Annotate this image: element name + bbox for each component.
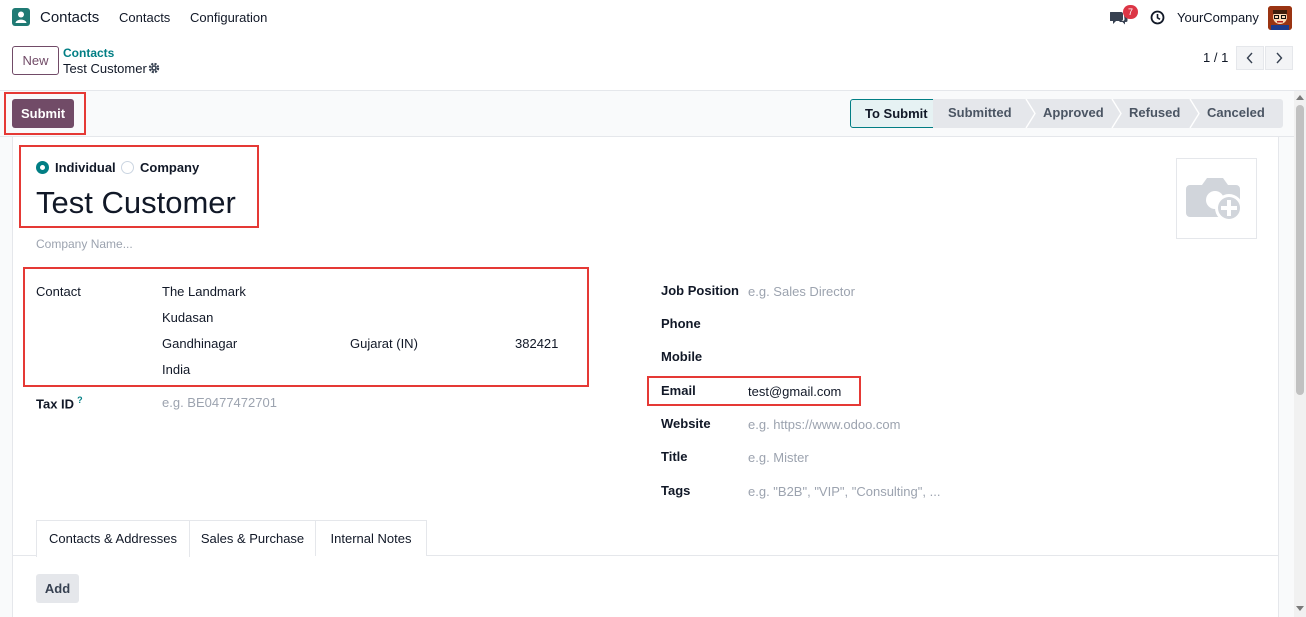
street-input[interactable]: The Landmark	[162, 284, 246, 299]
control-panel: New Contacts Test Customer 1 / 1	[0, 36, 1306, 91]
scrollbar[interactable]	[1294, 91, 1306, 617]
top-navbar: Contacts Contacts Configuration 7 YourCo…	[0, 0, 1306, 36]
pager-value[interactable]: 1 / 1	[1203, 50, 1228, 65]
stage-pipeline: To Submit Submitted Approved Refused Can…	[850, 99, 1283, 128]
state-select[interactable]: Gujarat (IN)	[350, 336, 418, 351]
notebook-tabs: Contacts & Addresses Sales & Purchase In…	[13, 520, 1278, 557]
title-select[interactable]: e.g. Mister	[748, 450, 809, 465]
job-position-input[interactable]: e.g. Sales Director	[748, 284, 855, 299]
phone-input[interactable]	[748, 316, 1048, 332]
scroll-up-icon[interactable]	[1296, 94, 1304, 100]
company-switcher[interactable]: YourCompany	[1177, 10, 1259, 25]
breadcrumb-current: Test Customer	[63, 61, 147, 76]
status-bar: Submit To Submit Submitted Approved Refu…	[0, 91, 1294, 137]
radio-company[interactable]	[121, 161, 134, 174]
website-input[interactable]: e.g. https://www.odoo.com	[748, 417, 900, 432]
tab-contacts-addresses[interactable]: Contacts & Addresses	[36, 520, 190, 557]
breadcrumb-contacts-link[interactable]: Contacts	[63, 46, 114, 60]
tax-id-label: Tax ID?	[36, 395, 83, 411]
company-name-input[interactable]: Company Name...	[36, 237, 133, 251]
chevron-right-icon	[1276, 52, 1283, 64]
stage-separator-icon	[1025, 99, 1036, 128]
app-name[interactable]: Contacts	[40, 9, 99, 26]
radio-individual-label[interactable]: Individual	[55, 160, 116, 175]
form-sheet: Individual Company Test Customer Company…	[12, 137, 1279, 617]
country-select[interactable]: India	[162, 362, 190, 377]
stage-separator-icon	[1189, 99, 1200, 128]
stage-canceled[interactable]: Canceled	[1187, 99, 1283, 128]
stage-submitted[interactable]: Submitted	[933, 99, 1023, 128]
tax-id-label-text: Tax ID	[36, 396, 75, 412]
scroll-down-icon[interactable]	[1296, 606, 1304, 612]
tax-id-input[interactable]: e.g. BE0477472701	[162, 395, 277, 410]
website-label: Website	[661, 416, 711, 431]
pager-previous-button[interactable]	[1236, 46, 1264, 70]
job-position-label: Job Position	[661, 283, 739, 298]
menu-configuration[interactable]: Configuration	[190, 10, 267, 25]
stage-to-submit[interactable]: To Submit	[850, 99, 934, 128]
tax-id-help-icon[interactable]: ?	[77, 395, 83, 405]
email-input[interactable]: test@gmail.com	[748, 384, 841, 399]
city-input[interactable]: Gandhinagar	[162, 336, 237, 351]
contact-name-input[interactable]: Test Customer	[36, 185, 236, 221]
phone-label: Phone	[661, 316, 701, 331]
messages-badge: 7	[1123, 5, 1138, 19]
gear-icon[interactable]	[148, 62, 160, 74]
email-label: Email	[661, 383, 696, 398]
camera-add-icon	[1185, 177, 1243, 222]
radio-individual[interactable]	[36, 161, 49, 174]
user-avatar[interactable]	[1268, 6, 1292, 30]
chevron-left-icon	[1246, 52, 1253, 64]
scrollbar-thumb[interactable]	[1296, 105, 1304, 395]
tab-internal-notes[interactable]: Internal Notes	[315, 520, 427, 556]
stage-separator-icon	[1111, 99, 1122, 128]
tab-sales-purchase[interactable]: Sales & Purchase	[190, 520, 316, 556]
activity-clock-icon[interactable]	[1150, 10, 1165, 25]
contacts-app-icon[interactable]	[12, 8, 30, 26]
menu-contacts[interactable]: Contacts	[119, 10, 170, 25]
contact-label: Contact	[36, 284, 81, 299]
avatar-image	[1268, 6, 1292, 30]
title-label: Title	[661, 449, 688, 464]
submit-button[interactable]: Submit	[12, 99, 74, 128]
photo-upload[interactable]	[1176, 158, 1257, 239]
mobile-label: Mobile	[661, 349, 703, 364]
new-button[interactable]: New	[12, 46, 59, 75]
radio-company-label[interactable]: Company	[140, 160, 199, 175]
street2-input[interactable]: Kudasan	[162, 310, 213, 325]
tags-label: Tags	[661, 483, 691, 498]
pager-next-button[interactable]	[1265, 46, 1293, 70]
zip-input[interactable]: 382421	[515, 336, 558, 351]
mobile-input[interactable]	[748, 349, 1048, 365]
add-contact-button[interactable]: Add	[36, 574, 79, 603]
tags-input[interactable]: e.g. "B2B", "VIP", "Consulting", ...	[748, 484, 940, 499]
